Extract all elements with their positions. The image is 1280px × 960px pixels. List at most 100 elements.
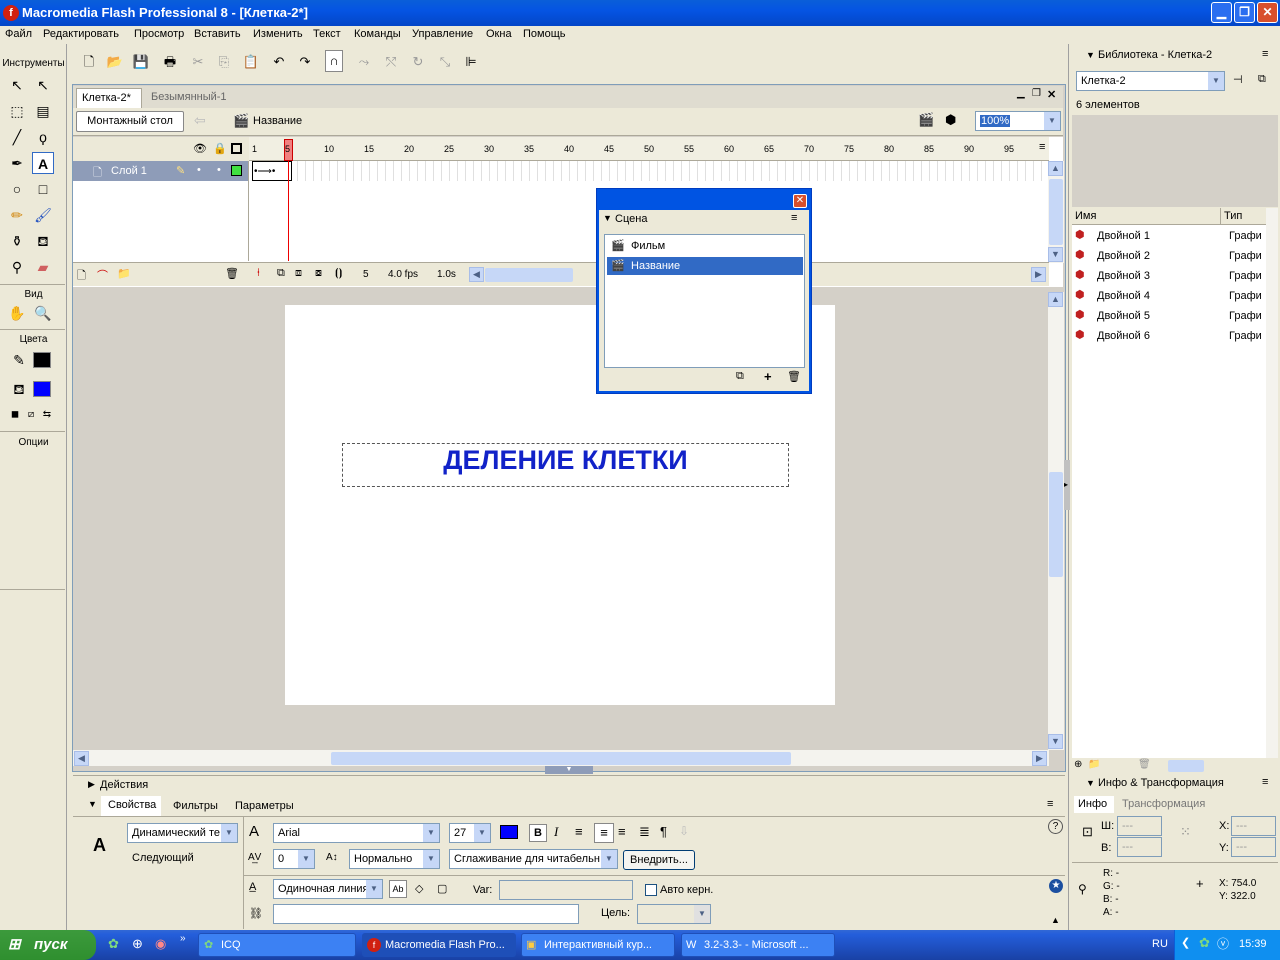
taskbar-item-flash[interactable]: f Macromedia Flash Pro... [362,933,516,957]
chevron-down-icon[interactable]: ▼ [423,850,439,868]
opera-quicklaunch-icon[interactable]: ◉ [155,936,166,952]
menu-view[interactable]: Просмотр [134,28,184,40]
text-type-select[interactable]: Динамический те ▼ [127,823,238,843]
panel-menu-icon[interactable]: ≡ [1262,48,1268,60]
show-border-icon[interactable]: ▢ [437,882,447,895]
arrow-tool-icon[interactable]: ↖ [6,74,28,96]
timeline-toggle-button[interactable]: Монтажный стол [76,111,184,132]
chevron-down-icon[interactable]: ▼ [1044,112,1060,130]
letter-spacing-field[interactable]: 0 ▼ [273,849,315,869]
quicklaunch-overflow-icon[interactable]: » [180,933,186,944]
restore-button[interactable]: ❐ [1234,2,1255,23]
scroll-thumb[interactable] [1049,179,1063,245]
chevron-down-icon[interactable]: ▼ [1208,72,1224,90]
tab-kletka-2[interactable]: Клетка-2* [76,88,142,108]
modify-onion-markers-icon[interactable]: ⦗⦘ [335,267,342,280]
cut-icon[interactable]: ✂ [189,54,207,70]
collapse-handle[interactable]: ▼ [545,766,593,774]
redo-icon[interactable]: ↷ [296,54,314,70]
visibility-dot[interactable]: • [197,164,201,176]
menu-text[interactable]: Текст [313,28,341,40]
delete-scene-icon[interactable]: 🗑 [787,370,801,383]
scroll-right-icon[interactable]: ▶ [1032,751,1047,766]
icq-tray-icon[interactable]: ✿ [1199,935,1210,951]
eyedropper-tool-icon[interactable]: ⚲ [6,256,28,278]
frames-hscroll-thumb[interactable] [485,268,573,282]
list-item[interactable]: 🎬 Название [607,257,803,275]
delete-item-icon[interactable]: 🗑 [1138,759,1151,770]
doc-minimize-icon[interactable]: ▁ [1017,88,1025,99]
scene-close-icon[interactable]: ✕ [793,194,807,208]
back-arrow-icon[interactable]: ⇦ [194,112,206,129]
library-panel-header[interactable]: ▼ Библиотека - Клетка-2 ≡ [1072,47,1280,65]
var-field[interactable] [499,880,633,900]
registration-grid-icon[interactable]: ⁙ [1180,824,1191,840]
delete-layer-icon[interactable]: 🗑 [225,267,239,280]
doc-restore-icon[interactable]: ❐ [1032,88,1041,99]
collapse-triangle-icon[interactable]: ▼ [603,213,612,223]
tab-untitled-1[interactable]: Безымянный-1 [151,91,227,103]
brush-tool-icon[interactable]: 🖌 [32,204,54,226]
column-header-name[interactable]: Имя [1075,210,1096,222]
stroke-color-swatch[interactable] [33,352,51,368]
text-tool-icon[interactable]: A [32,152,54,174]
scroll-up-icon[interactable]: ▲ [1048,161,1063,176]
list-item[interactable]: ⬢ Двойной 2 Графи [1072,247,1268,265]
pin-library-icon[interactable]: ⊣ [1233,73,1243,86]
scroll-up-icon[interactable]: ▲ [1048,292,1063,307]
font-select[interactable]: Arial ▼ [273,823,440,843]
italic-button[interactable]: I [554,824,558,840]
doc-close-icon[interactable]: ✕ [1047,88,1056,101]
frame-row[interactable] [250,161,1048,181]
scroll-left-icon[interactable]: ◀ [469,267,484,282]
lasso-tool-icon[interactable]: ϙ [32,126,54,148]
lock-icon[interactable]: 🔒 [213,142,227,155]
zoom-tool-icon[interactable]: 🔍 [32,302,54,324]
timeline-vscroll[interactable]: ▲ ▼ [1048,161,1064,263]
rectangle-tool-icon[interactable]: □ [32,178,54,200]
chevron-down-icon[interactable]: ▼ [221,824,237,842]
edit-symbols-icon[interactable]: ⬢ [945,112,956,128]
menu-file[interactable]: Файл [5,28,32,40]
close-button[interactable]: ✕ [1257,2,1278,23]
line-tool-icon[interactable]: ╱ [6,126,28,148]
insert-folder-icon[interactable]: 📁 [117,267,131,280]
ink-bottle-tool-icon[interactable]: ⚱ [6,230,28,252]
help-icon[interactable]: ? [1048,819,1063,834]
stage-hscroll[interactable]: ◀ ▶ [73,750,1049,766]
copy-icon[interactable]: ⎘ [215,54,233,70]
autokern-checkbox[interactable] [645,884,657,896]
subselect-tool-icon[interactable]: ↖ [32,74,54,96]
straighten-icon[interactable]: ⤲ [382,54,400,70]
rotate-icon[interactable]: ↻ [409,54,427,70]
embed-button[interactable]: Внедрить... [623,850,695,870]
timeline-menu-icon[interactable]: ≡ [1039,141,1045,153]
edit-scene-icon[interactable]: 🎬 [918,112,934,128]
scroll-down-icon[interactable]: ▼ [1048,734,1063,749]
fill-color-swatch[interactable] [33,381,51,397]
save-icon[interactable]: 💾 [132,54,150,70]
add-scene-icon[interactable]: + [764,369,772,384]
antivirus-tray-icon[interactable]: ⓥ [1217,935,1229,952]
paragraph-icon[interactable]: ¶ [660,824,667,839]
accessibility-icon[interactable]: ★ [1049,879,1063,893]
paste-icon[interactable]: 📋 [242,54,260,70]
antialias-select[interactable]: Сглаживание для читабельн ▼ [449,849,618,869]
list-item[interactable]: ⬢ Двойной 1 Графи [1072,227,1268,245]
column-header-type[interactable]: Тип [1224,210,1242,222]
menu-help[interactable]: Помощь [523,28,566,40]
menu-modify[interactable]: Изменить [253,28,303,40]
stage-vscroll[interactable]: ▲ ▼ [1048,292,1064,750]
show-hide-eye-icon[interactable]: 👁 [193,142,207,155]
center-frame-icon[interactable]: ⍿ [257,267,260,280]
chevron-down-icon[interactable]: ▼ [423,824,439,842]
library-vscroll[interactable] [1266,208,1278,758]
align-icon[interactable]: ⊫ [462,54,480,70]
outline-color-swatch[interactable] [231,165,242,176]
info-panel-header[interactable]: ▼ Инфо & Трансформация ≡ [1072,775,1280,793]
collapse-triangle-icon[interactable]: ▼ [88,799,97,809]
hand-tool-icon[interactable]: ✋ [6,302,28,324]
menu-control[interactable]: Управление [412,28,473,40]
scale-icon[interactable]: ⤡ [436,54,454,70]
menu-window[interactable]: Окна [486,28,512,40]
